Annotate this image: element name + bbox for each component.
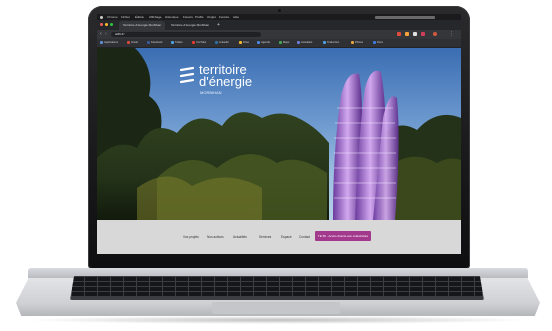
- bookmark-icon: [215, 40, 218, 44]
- bookmark-item[interactable]: Docs: [373, 40, 383, 46]
- tab-label: Territoire d'énergie Morbihan: [171, 23, 210, 27]
- nav-item[interactable]: Services: [259, 235, 271, 239]
- trackpad: [212, 302, 340, 314]
- browser-toolbar: ‹ › te56.fr/ ⋮: [97, 30, 461, 39]
- bookmark-item[interactable]: Maps: [279, 40, 289, 46]
- minimize-window-icon[interactable]: [105, 23, 108, 26]
- bookmark-icon: [147, 40, 150, 44]
- bookmark-item[interactable]: YouTube: [192, 40, 206, 46]
- hero-photo: [97, 48, 461, 220]
- bookmark-icon: [297, 40, 300, 44]
- bookmark-item[interactable]: Gmail: [127, 40, 138, 46]
- address-bar[interactable]: te56.fr/: [111, 32, 261, 37]
- bookmark-item[interactable]: Drive: [239, 40, 249, 46]
- bookmark-label: Docs: [377, 41, 383, 44]
- bookmarks-bar: Applications Gmail Facebook Twitter YouT…: [97, 39, 461, 48]
- bookmark-label: Gmail: [131, 41, 138, 44]
- menu-item[interactable]: Fenêtre: [219, 15, 229, 19]
- bookmark-item[interactable]: Actualités: [297, 40, 312, 46]
- bookmark-label: LinkedIn: [219, 41, 229, 44]
- key-row: [72, 282, 482, 286]
- bookmark-item[interactable]: LinkedIn: [215, 40, 229, 46]
- bookmark-item[interactable]: Agenda: [257, 40, 270, 46]
- hero-banner: territoire d'énergie MORBIHAN: [97, 48, 461, 220]
- browser-tab-bar: Territoire d'énergie Morbihan Territoire…: [97, 20, 461, 30]
- bookmark-icon: [171, 40, 174, 44]
- bookmark-item[interactable]: Traduction: [323, 40, 339, 46]
- keyboard: [70, 276, 484, 300]
- logo-subtitle: MORBIHAN: [200, 90, 222, 95]
- extension-icon[interactable]: [421, 32, 425, 36]
- browser-tab[interactable]: Territoire d'énergie Morbihan: [167, 21, 213, 30]
- bookmark-label: Traduction: [327, 41, 340, 44]
- bookmark-item[interactable]: Twitter: [171, 40, 183, 46]
- tab-label: Territoire d'énergie Morbihan: [123, 23, 162, 27]
- camera-dot: [278, 9, 281, 12]
- bookmark-item[interactable]: Facebook: [147, 40, 162, 46]
- logo-line-2: d'énergie: [199, 74, 253, 89]
- bookmark-icon: [100, 40, 103, 44]
- key-row: [72, 292, 482, 296]
- bookmark-label: Facebook: [151, 41, 163, 44]
- bookmark-label: Agenda: [261, 41, 270, 44]
- logo-mark-icon: [179, 66, 195, 84]
- menu-item[interactable]: Onglet: [207, 15, 216, 19]
- bookmark-icon: [127, 40, 130, 44]
- bookmark-icon: [351, 40, 354, 44]
- bookmark-icon: [373, 40, 376, 44]
- menu-item[interactable]: Favoris: [183, 15, 193, 19]
- traffic-lights: [100, 23, 114, 27]
- key-row: [72, 277, 482, 281]
- forward-icon[interactable]: ›: [105, 31, 107, 37]
- key-row: [72, 287, 482, 291]
- status-icons: [375, 15, 435, 19]
- menu-item[interactable]: Aide: [233, 15, 239, 19]
- bookmark-icon: [192, 40, 195, 44]
- bookmark-label: Actualités: [301, 41, 313, 44]
- menu-item[interactable]: Affichage: [149, 15, 161, 19]
- extension-icon[interactable]: [413, 32, 417, 36]
- collectivites-access-button[interactable]: TE 56 · Accès directs aux collectivités: [315, 231, 371, 241]
- bookmark-icon: [257, 40, 260, 44]
- back-icon[interactable]: ‹: [100, 31, 102, 37]
- bookmark-label: Twitter: [175, 41, 183, 44]
- menu-item[interactable]: Fichier: [121, 15, 130, 19]
- nav-item[interactable]: Vos projets: [183, 235, 199, 239]
- address-text: te56.fr/: [115, 32, 125, 36]
- menu-item[interactable]: Édition: [135, 15, 144, 19]
- maximize-window-icon[interactable]: [110, 23, 113, 26]
- sculpture-graphic: [333, 70, 399, 220]
- nav-item[interactable]: Actualités: [233, 235, 247, 239]
- bookmark-icon: [279, 40, 282, 44]
- bookmark-label: YouTube: [196, 41, 207, 44]
- bookmark-item[interactable]: Photos: [351, 40, 363, 46]
- apple-icon[interactable]: [100, 15, 103, 19]
- site-nav-bar: Vos projets Nos actions Actualités Servi…: [97, 220, 461, 254]
- site-logo[interactable]: territoire d'énergie MORBIHAN: [179, 62, 269, 102]
- bookmark-label: Applications: [104, 41, 118, 44]
- bookmark-label: Drive: [243, 41, 250, 44]
- menu-item[interactable]: Historique: [165, 15, 179, 19]
- bookmark-item[interactable]: Applications: [100, 40, 118, 46]
- menu-kebab-icon[interactable]: ⋮: [449, 31, 454, 37]
- browser-tab-active[interactable]: Territoire d'énergie Morbihan: [119, 21, 165, 30]
- nav-item[interactable]: Nos actions: [207, 235, 224, 239]
- menu-item[interactable]: Chrome: [107, 15, 118, 19]
- bookmark-icon: [239, 40, 242, 44]
- new-tab-icon[interactable]: +: [217, 22, 220, 28]
- extension-icon[interactable]: [397, 32, 401, 36]
- close-window-icon[interactable]: [100, 23, 103, 26]
- bookmark-label: Photos: [355, 41, 364, 44]
- profile-icon[interactable]: [433, 32, 437, 36]
- laptop-shadow: [24, 316, 532, 324]
- extension-icon[interactable]: [405, 32, 409, 36]
- nav-item[interactable]: Espace: [281, 235, 292, 239]
- nav-item[interactable]: Contact: [299, 235, 310, 239]
- menu-item[interactable]: Profils: [195, 15, 203, 19]
- laptop-screen: Chrome Fichier Édition Affichage Histori…: [97, 14, 461, 254]
- bookmark-label: Maps: [283, 41, 290, 44]
- bookmark-icon: [323, 40, 326, 44]
